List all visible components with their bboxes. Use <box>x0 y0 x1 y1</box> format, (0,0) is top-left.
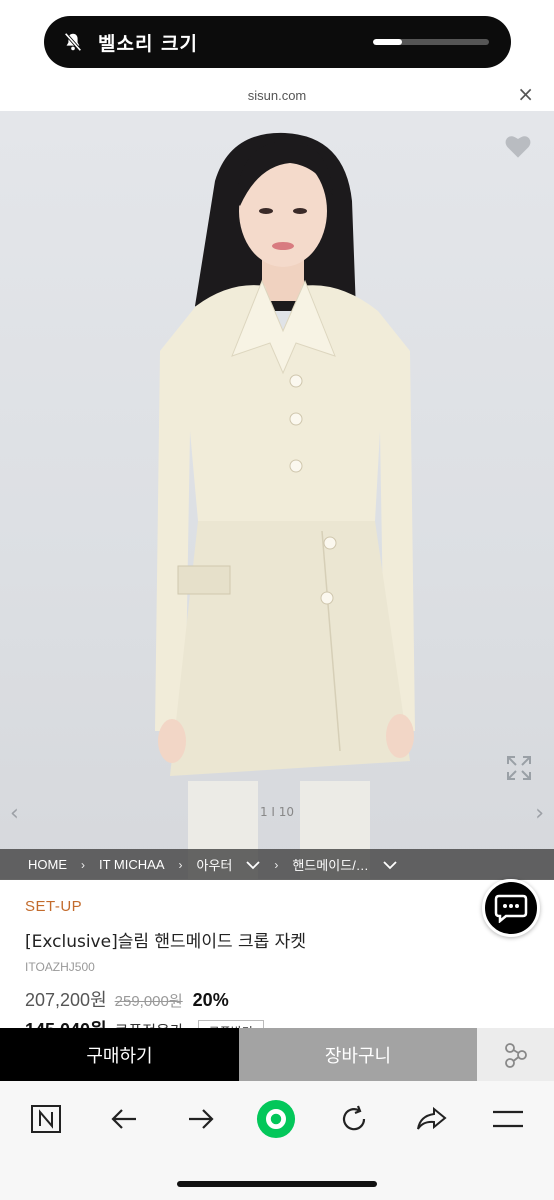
share-arrow-icon <box>417 1106 447 1130</box>
breadcrumb-separator: › <box>274 857 279 872</box>
breadcrumb-separator: › <box>178 857 183 872</box>
back-button[interactable] <box>104 1099 144 1139</box>
bell-slash-icon <box>64 32 82 52</box>
green-dot-button[interactable] <box>256 1099 296 1139</box>
volume-level <box>373 39 402 45</box>
url-bar[interactable]: sisun.com × <box>0 78 554 112</box>
product-name: [Exclusive]슬림 핸드메이드 크롭 자켓 <box>25 932 306 952</box>
reload-button[interactable] <box>334 1099 374 1139</box>
heart-icon[interactable] <box>504 133 532 159</box>
product-info: SET-UP [Exclusive]슬림 핸드메이드 크롭 자켓 ITOAZHJ… <box>25 898 525 1012</box>
n-logo-icon <box>31 1105 61 1133</box>
breadcrumb-brand[interactable]: IT MICHAA <box>99 857 165 872</box>
home-indicator <box>177 1181 377 1187</box>
original-price: 259,000원 <box>114 993 183 1010</box>
chat-bubble-icon <box>494 894 528 923</box>
green-circle-icon <box>256 1099 296 1139</box>
naver-home-button[interactable] <box>26 1099 66 1139</box>
product-code: ITOAZHJ500 <box>25 960 95 974</box>
buy-button[interactable]: 구매하기 <box>0 1028 239 1081</box>
product-photo <box>155 132 415 879</box>
url-text: sisun.com <box>247 87 307 103</box>
discount-rate: 20% <box>192 990 229 1010</box>
image-counter: 1 I 10 <box>259 805 295 819</box>
arrow-left-icon <box>111 1109 136 1129</box>
chat-button[interactable] <box>482 879 540 937</box>
menu-button[interactable] <box>488 1099 528 1139</box>
forward-button[interactable] <box>181 1099 221 1139</box>
share-nodes-icon <box>504 1042 527 1068</box>
volume-slider[interactable] <box>373 39 489 45</box>
share-button[interactable] <box>477 1028 554 1081</box>
breadcrumb-separator: › <box>81 857 85 872</box>
purchase-action-bar: 구매하기 장바구니 <box>0 1028 554 1081</box>
expand-icon[interactable] <box>506 755 532 781</box>
reload-icon <box>342 1105 366 1131</box>
volume-toast: 벨소리 크기 <box>44 16 511 68</box>
breadcrumb-home[interactable]: HOME <box>28 857 67 872</box>
price-row: 207,200원 259,000원 20% <box>25 986 525 1012</box>
volume-label: 벨소리 크기 <box>98 32 199 55</box>
arrow-right-icon <box>189 1109 214 1129</box>
breadcrumb-handmade[interactable]: 핸드메이드/… <box>292 855 368 874</box>
product-category[interactable]: SET-UP <box>25 898 525 915</box>
share-page-button[interactable] <box>411 1099 451 1139</box>
breadcrumb-outer[interactable]: 아우터 <box>197 855 233 874</box>
chevron-down-icon[interactable] <box>246 860 261 870</box>
hamburger-menu-icon <box>493 1110 523 1128</box>
product-image-gallery[interactable]: ‹ › 1 I 10 <box>0 111 554 879</box>
page: 벨소리 크기 sisun.com × ‹ › 1 I 10 HOME › IT … <box>0 0 554 1200</box>
chevron-down-icon[interactable] <box>383 860 397 870</box>
close-icon[interactable]: × <box>517 84 534 104</box>
cart-button[interactable]: 장바구니 <box>239 1028 477 1081</box>
breadcrumb: HOME › IT MICHAA › 아우터 › 핸드메이드/… <box>0 849 554 880</box>
sale-price: 207,200원 <box>25 990 107 1010</box>
